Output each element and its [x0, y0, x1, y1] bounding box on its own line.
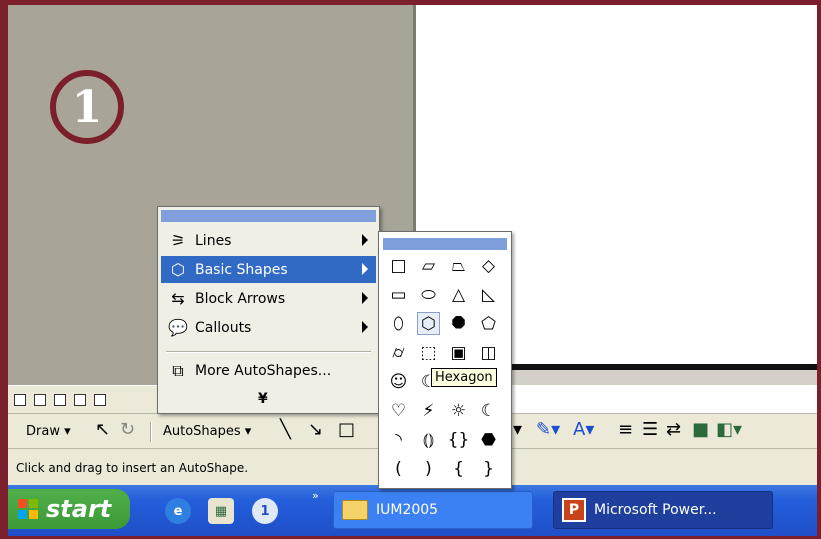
- autoshapes-menu-button[interactable]: AutoShapes ▾: [163, 424, 251, 439]
- shape-option[interactable]: ▣: [447, 341, 470, 364]
- shape-option[interactable]: ): [417, 457, 440, 480]
- shape-option[interactable]: ▭: [387, 283, 410, 306]
- step-number-badge: 1: [50, 70, 124, 144]
- shape-option[interactable]: ⏢: [447, 254, 470, 277]
- view-buttons-bar: [8, 385, 158, 413]
- shape-option[interactable]: ⦅⦆: [417, 428, 440, 451]
- slideshow-icon[interactable]: [94, 394, 106, 406]
- powerpoint-icon: P: [562, 498, 586, 522]
- select-arrow-icon[interactable]: ↖: [95, 420, 110, 440]
- menu-item-label: More AutoShapes...: [195, 362, 332, 379]
- menu-item-label: Block Arrows: [195, 290, 286, 307]
- shape-option[interactable]: ⬭: [417, 283, 440, 306]
- internet-explorer-icon[interactable]: e: [165, 498, 191, 524]
- menu-item-lines[interactable]: ⚞ Lines: [161, 227, 376, 254]
- shape-option[interactable]: ◫: [477, 341, 500, 364]
- line-tool-icon[interactable]: ╲: [280, 420, 291, 440]
- shape-option[interactable]: △: [447, 283, 470, 306]
- shape-option[interactable]: ⚡: [417, 399, 440, 422]
- shape-option[interactable]: ☺: [387, 370, 410, 393]
- shape-option[interactable]: {: [447, 457, 470, 480]
- slide-view-icon[interactable]: [54, 394, 66, 406]
- fill-color-icon[interactable]: ▾: [513, 420, 522, 440]
- show-desktop-icon[interactable]: ▦: [208, 498, 234, 524]
- submenu-arrow-icon: [362, 321, 368, 333]
- shape-option[interactable]: }: [477, 457, 500, 480]
- menu-separator: [166, 351, 371, 353]
- shape-option[interactable]: ☼: [447, 399, 470, 422]
- draw-menu-button[interactable]: Draw ▾: [26, 424, 71, 439]
- basic-shapes-palette: □ ▱ ⏢ ◇ ▭ ⬭ △ ◺ ⬯ ⬡ ⯃ ⬠ ⌭ ⬚ ▣ ◫ ☺ ☾ ♡ ⚡ ☼ ☾ ◝ ⦅⦆{} ⬣(){} Hexagon: [378, 231, 512, 489]
- start-label: start: [46, 495, 112, 523]
- callouts-icon: 💬: [168, 318, 188, 337]
- arrow-style-icon[interactable]: ⇄: [666, 420, 681, 440]
- submenu-arrow-icon: [362, 292, 368, 304]
- rectangle-tool-icon[interactable]: □: [338, 420, 355, 440]
- shadow-style-icon[interactable]: ■: [692, 420, 709, 440]
- normal-view-icon[interactable]: [14, 394, 26, 406]
- draw-label: Draw: [26, 424, 60, 439]
- shape-option[interactable]: ⬣: [477, 428, 500, 451]
- line-style-icon[interactable]: ≡: [618, 420, 633, 440]
- menu-item-label: Callouts: [195, 319, 252, 336]
- taskbar-folder-button[interactable]: IUM2005: [333, 491, 533, 529]
- basic-shapes-icon: ⬡: [171, 260, 185, 279]
- quick-launch-app-icon[interactable]: 1: [252, 498, 278, 524]
- shape-option[interactable]: ☾: [477, 399, 500, 422]
- folder-label: IUM2005: [376, 502, 439, 518]
- shape-option[interactable]: ♡: [387, 399, 410, 422]
- more-autoshapes-icon: ⧉: [172, 360, 184, 380]
- menu-item-label: Basic Shapes: [195, 261, 288, 278]
- shape-option[interactable]: ◺: [477, 283, 500, 306]
- expand-menu-chevron-icon[interactable]: ¥: [258, 391, 268, 407]
- frame-left: [0, 0, 8, 539]
- line-color-icon[interactable]: ✎▾: [536, 420, 560, 440]
- shape-option[interactable]: ▱: [417, 254, 440, 277]
- shape-option[interactable]: □: [387, 254, 410, 277]
- folder-icon: [342, 500, 368, 520]
- 3d-style-icon[interactable]: ◧▾: [716, 420, 742, 440]
- windows-flag-icon: [18, 499, 38, 519]
- menu-item-more-autoshapes[interactable]: ⧉ More AutoShapes...: [161, 357, 376, 384]
- autoshapes-label: AutoShapes: [163, 424, 241, 439]
- powerpoint-label: Microsoft Power...: [594, 502, 717, 518]
- block-arrows-icon: ⇆: [171, 289, 185, 308]
- quick-launch-more-icon[interactable]: »: [312, 489, 319, 502]
- lines-icon: ⚞: [170, 231, 186, 250]
- shape-option[interactable]: ⬚: [417, 341, 440, 364]
- menu-item-label: Lines: [195, 232, 232, 249]
- menu-item-block-arrows[interactable]: ⇆ Block Arrows: [161, 285, 376, 312]
- outline-view-icon[interactable]: [34, 394, 46, 406]
- free-rotate-icon[interactable]: ↻: [120, 420, 135, 440]
- toolbar-separator: [150, 422, 152, 442]
- dash-style-icon[interactable]: ☰: [642, 420, 658, 440]
- shape-option[interactable]: ⌭: [387, 341, 410, 364]
- submenu-arrow-icon: [362, 263, 368, 275]
- shape-option[interactable]: ◝: [387, 428, 410, 451]
- font-color-icon[interactable]: A▾: [573, 420, 594, 440]
- autoshapes-menu: ⚞ Lines ⬡ Basic Shapes ⇆ Block Arrows 💬 …: [157, 206, 380, 414]
- shape-option[interactable]: (: [387, 457, 410, 480]
- palette-drag-handle[interactable]: [383, 238, 507, 250]
- shape-option[interactable]: ⬯: [387, 312, 410, 335]
- hexagon-tooltip: Hexagon: [431, 368, 497, 387]
- status-text: Click and drag to insert an AutoShape.: [16, 461, 249, 475]
- shape-option[interactable]: {}: [447, 428, 470, 451]
- menu-drag-handle[interactable]: [161, 210, 376, 222]
- taskbar-powerpoint-button[interactable]: P Microsoft Power...: [553, 491, 773, 529]
- shape-option[interactable]: ⬠: [477, 312, 500, 335]
- submenu-arrow-icon: [362, 234, 368, 246]
- slide-sorter-icon[interactable]: [74, 394, 86, 406]
- frame-right: [817, 0, 821, 539]
- taskbar: start e ▦ 1 » IUM2005 P Microsoft Power.…: [8, 485, 817, 536]
- shape-option[interactable]: ⬡: [417, 312, 440, 335]
- menu-item-basic-shapes[interactable]: ⬡ Basic Shapes: [161, 256, 376, 283]
- shape-option[interactable]: ◇: [477, 254, 500, 277]
- start-button[interactable]: start: [8, 489, 130, 529]
- shape-option[interactable]: ⯃: [447, 312, 470, 335]
- arrow-tool-icon[interactable]: ↘: [308, 420, 323, 440]
- menu-item-callouts[interactable]: 💬 Callouts: [161, 314, 376, 341]
